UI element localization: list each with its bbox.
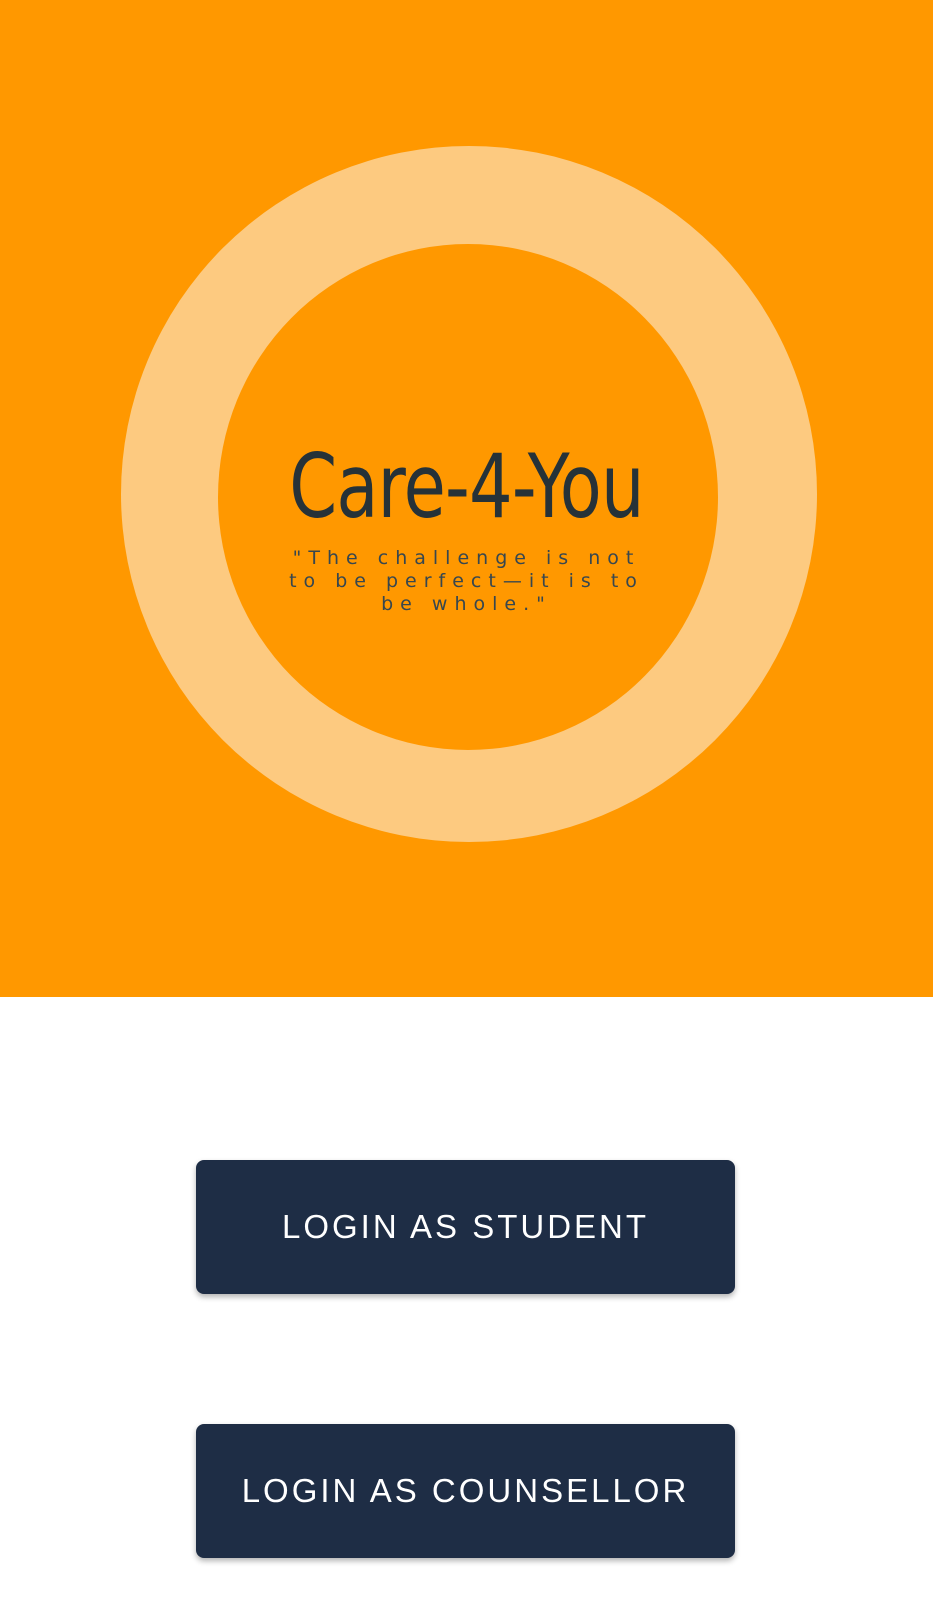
login-as-counsellor-button[interactable]: LOGIN AS COUNSELLOR [196, 1424, 735, 1558]
login-as-student-button[interactable]: LOGIN AS STUDENT [196, 1160, 735, 1294]
logo-tagline: "The challenge is not to be perfect—it i… [289, 547, 644, 615]
app-screen: Care-4-You "The challenge is not to be p… [0, 0, 933, 1600]
splash-banner: Care-4-You "The challenge is not to be p… [0, 0, 933, 997]
app-logo-title: Care-4-You [289, 435, 644, 538]
